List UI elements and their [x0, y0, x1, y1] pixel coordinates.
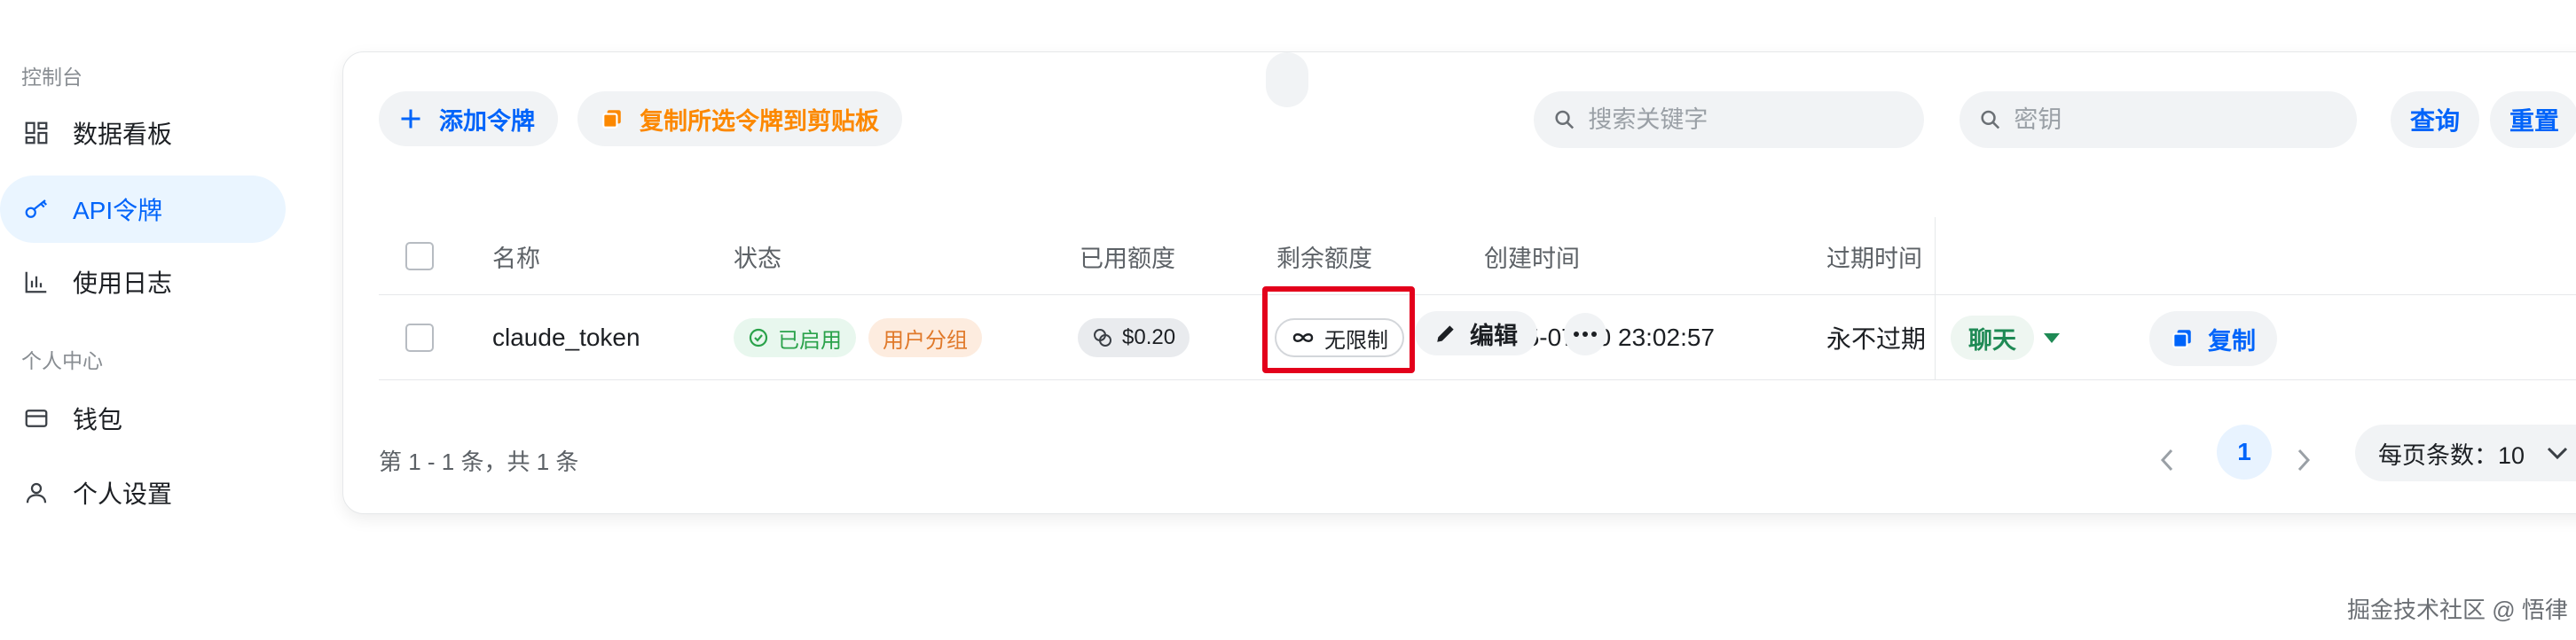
- bar-chart-icon: [21, 267, 51, 297]
- reset-button[interactable]: 重置: [2490, 91, 2576, 148]
- edit-token-label: 编辑: [1470, 322, 1518, 349]
- sidebar-item-label: 钱包: [73, 406, 123, 433]
- user-icon: [21, 478, 51, 508]
- pencil-icon: [1437, 325, 1454, 342]
- sidebar-item-api-tokens[interactable]: API令牌: [0, 176, 286, 243]
- key-icon: [21, 194, 51, 224]
- group-badge: 用户分组: [868, 318, 982, 357]
- chevron-left-icon: [2160, 449, 2173, 472]
- check-circle-icon: [749, 328, 768, 347]
- prev-page-button[interactable]: [2149, 442, 2185, 478]
- more-actions-button[interactable]: [1564, 313, 1606, 355]
- copy-selected-tokens-button[interactable]: 复制所选令牌到剪贴板: [577, 91, 902, 146]
- coins-icon: [1094, 329, 1111, 347]
- search-icon: [1981, 110, 2000, 129]
- wallet-card-icon: [21, 403, 51, 433]
- sidebar-item-wallet[interactable]: 钱包: [0, 385, 286, 452]
- status-text: 已启用: [778, 328, 842, 353]
- column-header-expires: 过期时间: [1826, 245, 1922, 272]
- key-search-input[interactable]: [2014, 105, 2357, 134]
- section-title-personal: 个人中心: [21, 349, 103, 372]
- used-quota-badge: $0.20: [1078, 318, 1190, 357]
- column-header-remaining: 剩余额度: [1276, 245, 1372, 272]
- column-header-created: 创建时间: [1484, 245, 1580, 272]
- copy-icon: [602, 110, 621, 129]
- sidebar-item-label: API令牌: [73, 197, 163, 224]
- next-page-button[interactable]: [2286, 442, 2321, 478]
- copy-icon: [2172, 330, 2191, 348]
- token-name: claude_token: [492, 324, 640, 351]
- remaining-quota-badge: 无限制: [1275, 318, 1404, 357]
- infinity-icon: [1292, 333, 1314, 342]
- sidebar-item-dashboard[interactable]: 数据看板: [0, 99, 286, 167]
- copy-token-button[interactable]: 复制: [2149, 311, 2277, 366]
- page-size-label: 每页条数：10: [2378, 441, 2525, 469]
- expire-time: 永不过期: [1826, 325, 1927, 353]
- watermark: 掘金技术社区 @ 悟律: [2347, 597, 2568, 623]
- sidebar-item-personal-settings[interactable]: 个人设置: [0, 459, 286, 527]
- used-quota-value: $0.20: [1122, 325, 1176, 349]
- dashboard-grid-icon: [21, 118, 51, 148]
- sidebar-item-label: 数据看板: [73, 121, 173, 148]
- chat-button[interactable]: 聊天: [1951, 316, 2034, 360]
- add-token-button[interactable]: 添加令牌: [379, 91, 558, 146]
- table-header: 名称 状态 已用额度 剩余额度 创建时间 过期时间: [379, 217, 2576, 295]
- sidebar-item-usage-logs[interactable]: 使用日志: [0, 248, 286, 316]
- remaining-quota-value: 无限制: [1324, 328, 1388, 353]
- sidebar: 控制台 数据看板 API令牌 使用日志 个人中心 钱包 个人设置: [0, 0, 302, 640]
- page-number-button[interactable]: 1: [2217, 425, 2272, 480]
- keyword-search-field[interactable]: [1534, 91, 1924, 148]
- copy-token-label: 复制: [2208, 327, 2256, 355]
- page-size-select[interactable]: 每页条数：10: [2355, 425, 2576, 481]
- add-token-label: 添加令牌: [439, 107, 535, 135]
- column-header-status: 状态: [734, 245, 781, 272]
- more-horizontal-icon: [1574, 332, 1597, 337]
- plus-icon: [401, 109, 420, 129]
- chevron-down-icon: [2547, 447, 2568, 460]
- caret-down-icon: [2044, 333, 2060, 343]
- chevron-right-icon: [2297, 449, 2311, 472]
- status-badge: 已启用: [734, 318, 856, 357]
- key-search-field[interactable]: [1959, 91, 2357, 148]
- section-title-console: 控制台: [21, 66, 82, 89]
- tokens-card: 添加令牌 复制所选令牌到剪贴板 查询 重置 名称 状态 已用额度 剩余额度 创建…: [342, 51, 2576, 514]
- row-select-checkbox[interactable]: [405, 324, 434, 352]
- column-header-name: 名称: [492, 245, 540, 272]
- column-header-used: 已用额度: [1080, 245, 1175, 272]
- query-button[interactable]: 查询: [2391, 91, 2480, 148]
- edit-token-button[interactable]: 编辑: [1415, 311, 1537, 355]
- pagination-info: 第 1 - 1 条，共 1 条: [379, 449, 579, 475]
- chat-dropdown-toggle[interactable]: [2034, 316, 2069, 360]
- select-all-checkbox[interactable]: [405, 242, 434, 270]
- copy-selected-label: 复制所选令牌到剪贴板: [640, 107, 879, 135]
- search-icon: [1555, 110, 1575, 129]
- keyword-search-input[interactable]: [1588, 105, 1924, 134]
- sidebar-item-label: 使用日志: [73, 269, 173, 297]
- sidebar-item-label: 个人设置: [73, 480, 173, 508]
